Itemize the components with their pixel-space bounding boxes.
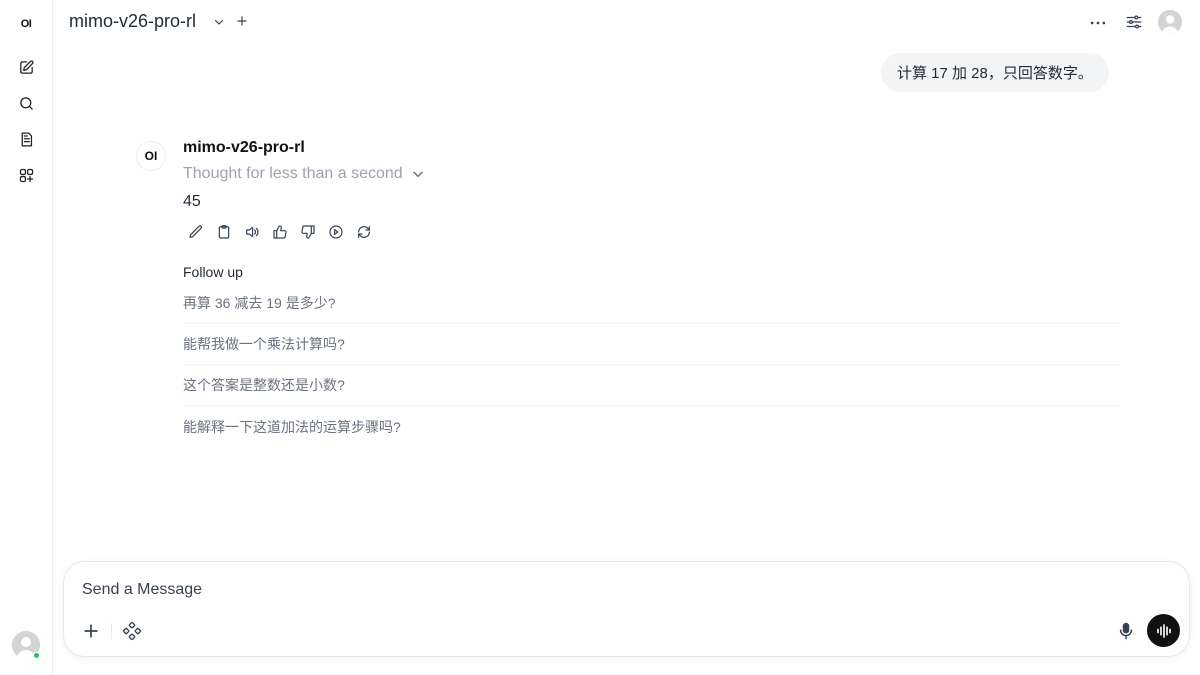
microphone-icon[interactable] xyxy=(1116,620,1136,642)
copy-button[interactable] xyxy=(215,223,233,241)
user-message-bubble: 计算 17 加 28，只回答数字。 xyxy=(881,53,1109,92)
app-root: OI mimo-v26-pro-rl 计算 17 加 28，只回答数字。 OI … xyxy=(0,0,1200,675)
integrations-icon[interactable] xyxy=(122,621,142,641)
chevron-down-icon xyxy=(412,171,423,178)
more-options-icon[interactable] xyxy=(1088,13,1108,33)
sidebar: OI xyxy=(0,0,53,675)
thought-label: Thought for less than a second xyxy=(183,165,403,182)
notes-button[interactable] xyxy=(12,125,40,153)
user-silhouette-icon xyxy=(1158,10,1182,34)
message-actions xyxy=(187,223,373,241)
add-model-icon[interactable] xyxy=(236,15,248,27)
followup-list: 再算 36 减去 19 是多少? 能帮我做一个乘法计算吗? 这个答案是整数还是小… xyxy=(183,283,1120,447)
continue-response-button[interactable] xyxy=(327,223,345,241)
logo: OI xyxy=(20,18,32,30)
search-button[interactable] xyxy=(12,89,40,117)
speaker-icon xyxy=(246,226,259,238)
notes-icon xyxy=(21,131,32,147)
message-input[interactable] xyxy=(82,578,1082,602)
thought-toggle[interactable]: Thought for less than a second xyxy=(183,165,425,183)
search-icon xyxy=(19,96,33,110)
edit-button[interactable] xyxy=(187,223,205,241)
model-selector[interactable]: mimo-v26-pro-rl xyxy=(69,11,196,32)
controls-sliders-icon[interactable] xyxy=(1125,13,1143,31)
workspace-button[interactable] xyxy=(12,161,40,189)
online-status-dot xyxy=(33,652,40,659)
followup-title: Follow up xyxy=(183,264,243,280)
thumbs-up-icon xyxy=(273,225,287,239)
divider xyxy=(111,623,112,639)
assistant-name: mimo-v26-pro-rl xyxy=(183,139,305,156)
followup-item[interactable]: 这个答案是整数还是小数? xyxy=(183,365,1120,406)
logo-button[interactable]: OI xyxy=(12,10,40,38)
assistant-avatar: OI xyxy=(136,141,166,171)
chevron-down-icon[interactable] xyxy=(213,16,225,28)
refresh-icon xyxy=(358,226,370,238)
read-aloud-button[interactable] xyxy=(243,223,261,241)
thumbs-down-icon xyxy=(301,225,315,239)
apps-plus-icon xyxy=(19,168,33,182)
profile-avatar[interactable] xyxy=(1158,10,1182,34)
message-composer xyxy=(63,561,1190,657)
header: mimo-v26-pro-rl xyxy=(53,0,1200,45)
new-chat-button[interactable] xyxy=(12,53,40,81)
good-response-button[interactable] xyxy=(271,223,289,241)
followup-item[interactable]: 再算 36 减去 19 是多少? xyxy=(183,283,1120,324)
pencil-icon xyxy=(189,225,202,238)
pencil-square-icon xyxy=(19,59,34,74)
audio-waveform-icon xyxy=(1156,623,1171,638)
regenerate-button[interactable] xyxy=(355,223,373,241)
play-circle-icon xyxy=(329,225,343,239)
bad-response-button[interactable] xyxy=(299,223,317,241)
plus-icon[interactable] xyxy=(81,621,101,641)
clipboard-icon xyxy=(218,225,230,239)
followup-item[interactable]: 能帮我做一个乘法计算吗? xyxy=(183,324,1120,365)
assistant-answer: 45 xyxy=(183,193,201,210)
voice-mode-button[interactable] xyxy=(1147,614,1180,647)
followup-item[interactable]: 能解释一下这道加法的运算步骤吗? xyxy=(183,406,1120,447)
